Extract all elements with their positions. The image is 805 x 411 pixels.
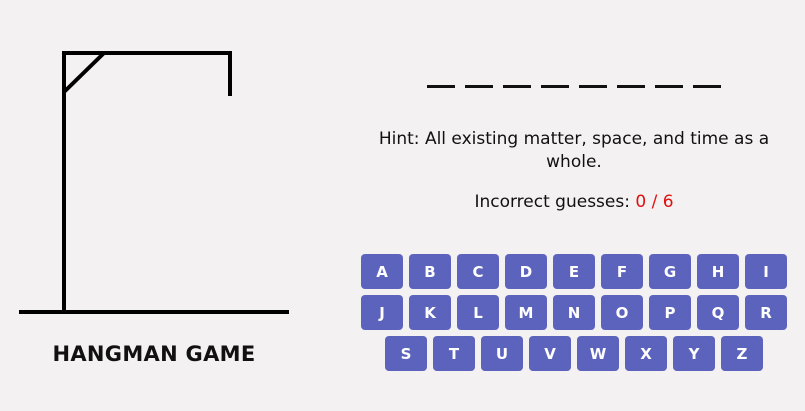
key-t-button[interactable]: T <box>433 336 475 371</box>
key-f-button[interactable]: F <box>601 254 643 289</box>
letter-slot <box>655 68 683 88</box>
gallows-drawing <box>19 51 289 314</box>
incorrect-guesses: Incorrect guesses: 0 / 6 <box>360 192 788 212</box>
hangman-app: HANGMAN GAME Hint: All existing matter, … <box>0 0 805 411</box>
key-q-button[interactable]: Q <box>697 295 739 330</box>
key-u-button[interactable]: U <box>481 336 523 371</box>
letter-slot <box>579 68 607 88</box>
letter-slot <box>693 68 721 88</box>
key-y-button[interactable]: Y <box>673 336 715 371</box>
key-v-button[interactable]: V <box>529 336 571 371</box>
letter-slot <box>503 68 531 88</box>
key-c-button[interactable]: C <box>457 254 499 289</box>
key-m-button[interactable]: M <box>505 295 547 330</box>
letter-slot <box>541 68 569 88</box>
key-j-button[interactable]: J <box>361 295 403 330</box>
key-l-button[interactable]: L <box>457 295 499 330</box>
key-h-button[interactable]: H <box>697 254 739 289</box>
key-i-button[interactable]: I <box>745 254 787 289</box>
gallows-brace <box>62 51 106 94</box>
word-display <box>360 68 788 88</box>
incorrect-guesses-count: 0 / 6 <box>635 192 674 212</box>
gallows-panel: HANGMAN GAME <box>0 0 310 411</box>
letter-slot <box>465 68 493 88</box>
key-b-button[interactable]: B <box>409 254 451 289</box>
hint-value: All existing matter, space, and time as … <box>424 129 770 172</box>
key-g-button[interactable]: G <box>649 254 691 289</box>
key-n-button[interactable]: N <box>553 295 595 330</box>
key-e-button[interactable]: E <box>553 254 595 289</box>
key-x-button[interactable]: X <box>625 336 667 371</box>
key-z-button[interactable]: Z <box>721 336 763 371</box>
letter-slot <box>427 68 455 88</box>
hint-text: Hint: All existing matter, space, and ti… <box>370 128 778 174</box>
incorrect-guesses-label: Incorrect guesses: <box>474 192 630 212</box>
key-o-button[interactable]: O <box>601 295 643 330</box>
key-w-button[interactable]: W <box>577 336 619 371</box>
letter-slot <box>617 68 645 88</box>
key-s-button[interactable]: S <box>385 336 427 371</box>
key-d-button[interactable]: D <box>505 254 547 289</box>
key-k-button[interactable]: K <box>409 295 451 330</box>
key-p-button[interactable]: P <box>649 295 691 330</box>
hint-label: Hint: <box>378 129 420 149</box>
key-r-button[interactable]: R <box>745 295 787 330</box>
key-a-button[interactable]: A <box>361 254 403 289</box>
play-panel: Hint: All existing matter, space, and ti… <box>360 0 788 411</box>
game-title: HANGMAN GAME <box>52 342 256 366</box>
letter-keyboard: ABCDEFGHI JKLMNOPQR STUVWXYZ <box>360 254 788 371</box>
